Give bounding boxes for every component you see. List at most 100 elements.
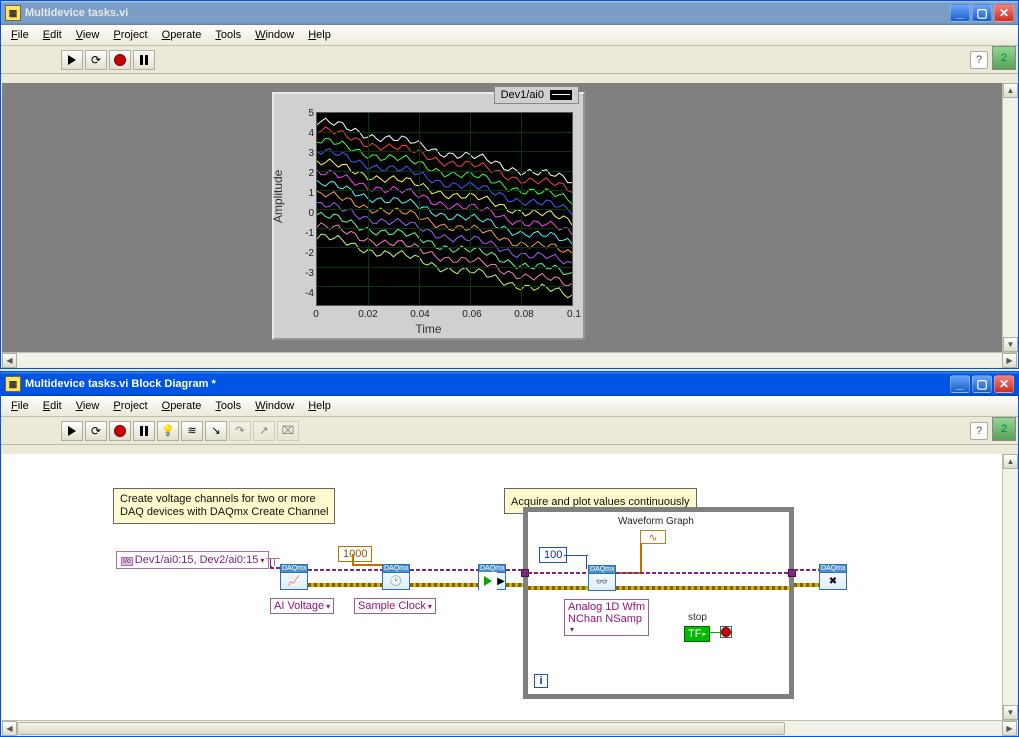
wire bbox=[564, 555, 588, 556]
daqmx-clear-task-node[interactable]: DAQmx ✖ bbox=[819, 564, 847, 590]
bd-menu-view[interactable]: View bbox=[70, 398, 106, 414]
daqmx-read-node[interactable]: DAQmx 👓 bbox=[588, 565, 616, 591]
pause-button[interactable] bbox=[133, 50, 155, 70]
bd-vi-icon-badge: 2 bbox=[1001, 423, 1007, 435]
hscroll-thumb[interactable] bbox=[17, 722, 785, 735]
menu-help[interactable]: Help bbox=[302, 27, 337, 43]
fp-close-button[interactable]: ✕ bbox=[994, 4, 1014, 22]
bd-menu-tools[interactable]: Tools bbox=[209, 398, 247, 414]
scroll-up-icon[interactable]: ▲ bbox=[1003, 83, 1018, 98]
vscroll-track[interactable] bbox=[1003, 98, 1017, 337]
hscroll-track[interactable] bbox=[17, 721, 1002, 735]
create-channel-polymorphic-selector[interactable]: AI Voltage bbox=[270, 598, 334, 614]
bd-maximize-button[interactable]: ▢ bbox=[972, 375, 992, 393]
fp-hscrollbar[interactable]: ◀ ▶ bbox=[2, 352, 1017, 367]
bd-pause-button[interactable] bbox=[133, 421, 155, 441]
bd-run-button[interactable] bbox=[61, 421, 83, 441]
hscroll-track[interactable] bbox=[17, 353, 1002, 367]
poly-label: AI Voltage bbox=[274, 600, 324, 612]
graph-plot-area[interactable] bbox=[316, 112, 573, 306]
fp-window-icon: ▦ bbox=[5, 5, 21, 21]
bd-menu-operate[interactable]: Operate bbox=[156, 398, 208, 414]
scroll-up-icon[interactable]: ▲ bbox=[1003, 454, 1018, 469]
bd-context-help-button[interactable]: ? bbox=[970, 422, 988, 440]
fp-vscrollbar[interactable]: ▲ ▼ bbox=[1002, 83, 1017, 352]
read-polymorphic-selector[interactable]: Analog 1D Wfm NChan NSamp bbox=[564, 599, 649, 636]
stop-button-terminal[interactable]: TF bbox=[684, 626, 710, 642]
ytick: -3 bbox=[300, 268, 314, 279]
daqmx-create-channel-node[interactable]: DAQmx 📈 bbox=[280, 564, 308, 590]
ytick: 5 bbox=[300, 108, 314, 119]
fp-maximize-button[interactable]: ▢ bbox=[972, 4, 992, 22]
step-out-button[interactable]: ↗ bbox=[253, 421, 275, 441]
constant-value: 100 bbox=[544, 549, 562, 561]
graph-legend[interactable]: Dev1/ai0 bbox=[494, 86, 579, 104]
bd-menu-window[interactable]: Window bbox=[249, 398, 300, 414]
ytick: -1 bbox=[300, 228, 314, 239]
fp-minimize-button[interactable]: _ bbox=[950, 4, 970, 22]
menu-view[interactable]: View bbox=[70, 27, 106, 43]
bd-abort-button[interactable] bbox=[109, 421, 131, 441]
daqmx-start-task-node[interactable]: DAQmx ▶ bbox=[478, 564, 506, 590]
iteration-terminal[interactable]: i bbox=[534, 674, 548, 688]
rate-constant[interactable]: 1000 bbox=[338, 546, 372, 562]
clear-task-icon: ✖ bbox=[820, 573, 846, 589]
wire bbox=[528, 572, 588, 574]
daqmx-timing-node[interactable]: DAQmx 🕑 bbox=[382, 564, 410, 590]
bd-minimize-button[interactable]: _ bbox=[950, 375, 970, 393]
menu-operate[interactable]: Operate bbox=[156, 27, 208, 43]
context-help-button[interactable]: ? bbox=[970, 51, 988, 69]
cleanup-button[interactable]: ⌧ bbox=[277, 421, 299, 441]
menu-tools[interactable]: Tools bbox=[209, 27, 247, 43]
menu-project[interactable]: Project bbox=[107, 27, 153, 43]
waveform-graph[interactable]: Dev1/ai0 Amplitude Time 5 4 3 2 1 0 -1 -… bbox=[272, 92, 585, 340]
scroll-down-icon[interactable]: ▼ bbox=[1003, 337, 1018, 352]
constant-value: Dev1/ai0:15, Dev2/ai0:15 bbox=[135, 554, 259, 566]
vi-icon[interactable]: 2 bbox=[992, 46, 1016, 70]
while-loop[interactable]: 100 DAQmx 👓 Analog 1D Wfm NChan NSamp Wa… bbox=[523, 507, 794, 699]
bd-titlebar[interactable]: ▦ Multidevice tasks.vi Block Diagram * _… bbox=[1, 372, 1018, 396]
bd-toolbar: ⟳ ≋ ↘ ↷ ↗ ⌧ ? 2 bbox=[1, 417, 1018, 445]
timing-icon: 🕑 bbox=[383, 573, 409, 589]
bd-close-button[interactable]: ✕ bbox=[994, 375, 1014, 393]
menu-file[interactable]: File bbox=[5, 27, 35, 43]
wire bbox=[616, 586, 791, 590]
bd-vi-icon[interactable]: 2 bbox=[992, 417, 1016, 441]
bd-vscrollbar[interactable]: ▲ ▼ bbox=[1002, 454, 1017, 720]
fp-titlebar[interactable]: ▦ Multidevice tasks.vi _ ▢ ✕ bbox=[1, 1, 1018, 25]
comment-create-channels[interactable]: Create voltage channels for two or more … bbox=[113, 488, 335, 524]
menu-window[interactable]: Window bbox=[249, 27, 300, 43]
bd-menu-edit[interactable]: Edit bbox=[37, 398, 68, 414]
bd-menu-help[interactable]: Help bbox=[302, 398, 337, 414]
legend-plot0-label: Dev1/ai0 bbox=[501, 89, 544, 101]
read-icon: 👓 bbox=[589, 574, 615, 590]
step-into-button[interactable]: ↘ bbox=[205, 421, 227, 441]
bd-menu-project[interactable]: Project bbox=[107, 398, 153, 414]
physical-channels-constant[interactable]: Dev1/ai0:15, Dev2/ai0:15▾ bbox=[116, 551, 269, 569]
loop-condition-terminal[interactable] bbox=[720, 626, 732, 638]
scroll-right-icon[interactable]: ▶ bbox=[1002, 353, 1017, 368]
xtick: 0 bbox=[313, 309, 319, 320]
bd-run-cont-button[interactable]: ⟳ bbox=[85, 421, 107, 441]
abort-button[interactable] bbox=[109, 50, 131, 70]
scroll-down-icon[interactable]: ▼ bbox=[1003, 705, 1018, 720]
ytick: -2 bbox=[300, 248, 314, 259]
scroll-left-icon[interactable]: ◀ bbox=[2, 353, 17, 368]
run-continuous-button[interactable]: ⟳ bbox=[85, 50, 107, 70]
scroll-left-icon[interactable]: ◀ bbox=[2, 721, 17, 736]
step-over-button[interactable]: ↷ bbox=[229, 421, 251, 441]
retain-wire-button[interactable]: ≋ bbox=[181, 421, 203, 441]
scroll-right-icon[interactable]: ▶ bbox=[1002, 721, 1017, 736]
wire bbox=[352, 564, 382, 566]
front-panel-area[interactable]: Dev1/ai0 Amplitude Time 5 4 3 2 1 0 -1 -… bbox=[2, 83, 1017, 352]
timing-polymorphic-selector[interactable]: Sample Clock bbox=[354, 598, 436, 614]
waveform-graph-terminal[interactable] bbox=[640, 530, 666, 544]
run-button[interactable] bbox=[61, 50, 83, 70]
menu-edit[interactable]: Edit bbox=[37, 27, 68, 43]
bd-hscrollbar[interactable]: ◀ ▶ bbox=[2, 720, 1017, 735]
vscroll-track[interactable] bbox=[1003, 469, 1017, 705]
waveform-graph-label: Waveform Graph bbox=[618, 516, 694, 527]
bd-menu-file[interactable]: File bbox=[5, 398, 35, 414]
block-diagram-area[interactable]: Create voltage channels for two or more … bbox=[2, 454, 1017, 720]
highlight-exec-button[interactable] bbox=[157, 421, 179, 441]
